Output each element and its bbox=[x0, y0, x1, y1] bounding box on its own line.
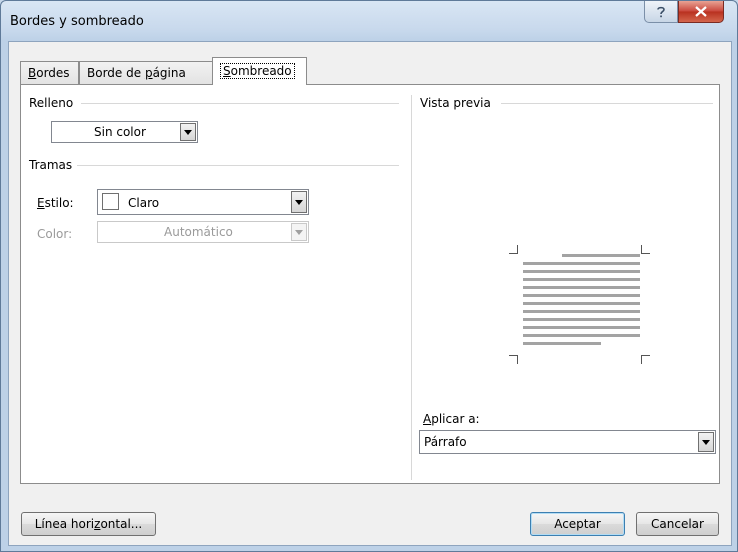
color-label: Color: bbox=[37, 227, 73, 241]
tab-label: ordes bbox=[36, 66, 70, 80]
tab-accesskey: B bbox=[28, 66, 37, 80]
estilo-dropdown[interactable]: Claro bbox=[97, 189, 309, 215]
preview-line bbox=[523, 294, 640, 297]
dialog-window: Bordes y sombreado Bordes Borde de págin… bbox=[0, 0, 738, 552]
window-title: Bordes y sombreado bbox=[10, 14, 144, 29]
linea-horizontal-button[interactable]: Línea horizontal... bbox=[21, 512, 156, 536]
chevron-down-icon bbox=[184, 129, 192, 135]
tab-label: ágina bbox=[152, 66, 186, 80]
chevron-down-icon bbox=[702, 439, 710, 445]
pattern-swatch bbox=[102, 193, 119, 210]
paragraph-preview bbox=[501, 235, 661, 375]
preview-line bbox=[562, 254, 640, 257]
color-value: Automático bbox=[164, 225, 233, 239]
estilo-label: Estilo: bbox=[37, 196, 74, 210]
tab-label: ombreado bbox=[230, 64, 292, 78]
relleno-value: Sin color bbox=[94, 125, 146, 139]
estilo-label-text: stilo: bbox=[44, 196, 74, 210]
dropdown-button[interactable] bbox=[698, 432, 714, 452]
dialog-body: Bordes Borde de página Sombreado Relleno… bbox=[8, 41, 732, 546]
vista-previa-label: Vista previa bbox=[420, 96, 495, 110]
tramas-group-label: Tramas bbox=[29, 158, 77, 172]
tab-sombreado[interactable]: Sombreado bbox=[212, 57, 307, 85]
aplicar-a-label: Aplicar a: bbox=[423, 412, 480, 426]
preview-line bbox=[523, 310, 640, 313]
aplicar-a-value: Párrafo bbox=[424, 435, 467, 449]
tab-accesskey: S bbox=[223, 64, 231, 78]
tab-accesskey: p bbox=[144, 66, 153, 80]
corner-mark bbox=[509, 245, 518, 254]
dropdown-button[interactable] bbox=[291, 223, 307, 241]
preview-line bbox=[523, 334, 640, 337]
button-label: ontal... bbox=[100, 517, 143, 531]
group-divider bbox=[501, 103, 713, 104]
preview-line bbox=[523, 302, 640, 305]
preview-line bbox=[523, 326, 640, 329]
tab-label: Borde de bbox=[87, 66, 145, 80]
aplicar-a-dropdown[interactable]: Párrafo bbox=[419, 430, 716, 454]
preview-line bbox=[523, 278, 640, 281]
tab-focus-box: Sombreado bbox=[220, 63, 295, 79]
chevron-down-icon bbox=[295, 199, 303, 205]
dropdown-button[interactable] bbox=[291, 191, 307, 213]
title-bar[interactable]: Bordes y sombreado bbox=[1, 1, 737, 41]
relleno-color-dropdown[interactable]: Sin color bbox=[51, 121, 198, 143]
chevron-down-icon bbox=[295, 229, 303, 235]
group-divider bbox=[77, 165, 399, 166]
preview-line bbox=[523, 262, 640, 265]
close-button[interactable] bbox=[678, 1, 724, 23]
accept-button[interactable]: Aceptar bbox=[530, 512, 625, 536]
tab-panel-sombreado: Relleno Sin color Tramas Estilo: Claro C… bbox=[20, 84, 720, 484]
cancel-button[interactable]: Cancelar bbox=[636, 512, 719, 536]
corner-mark bbox=[641, 245, 650, 254]
close-icon bbox=[695, 6, 707, 17]
preview-line bbox=[523, 318, 640, 321]
preview-line bbox=[523, 270, 640, 273]
relleno-group-label: Relleno bbox=[29, 96, 78, 110]
corner-mark bbox=[641, 355, 650, 364]
help-button[interactable] bbox=[644, 1, 678, 23]
aplicar-accesskey: A bbox=[423, 412, 432, 426]
vertical-divider bbox=[411, 95, 412, 480]
tab-borde-de-pagina[interactable]: Borde de página bbox=[79, 61, 214, 84]
corner-mark bbox=[509, 355, 518, 364]
estilo-value: Claro bbox=[128, 196, 160, 210]
preview-line bbox=[523, 286, 640, 289]
button-label: Línea hori bbox=[34, 517, 95, 531]
color-dropdown[interactable]: Automático bbox=[97, 221, 309, 243]
estilo-accesskey: E bbox=[37, 196, 45, 210]
dropdown-button[interactable] bbox=[180, 123, 196, 141]
help-icon bbox=[657, 6, 665, 17]
preview-line bbox=[523, 342, 601, 345]
tab-bordes[interactable]: Bordes bbox=[20, 61, 79, 84]
group-divider bbox=[81, 103, 399, 104]
aplicar-label-text: plicar a: bbox=[431, 412, 480, 426]
